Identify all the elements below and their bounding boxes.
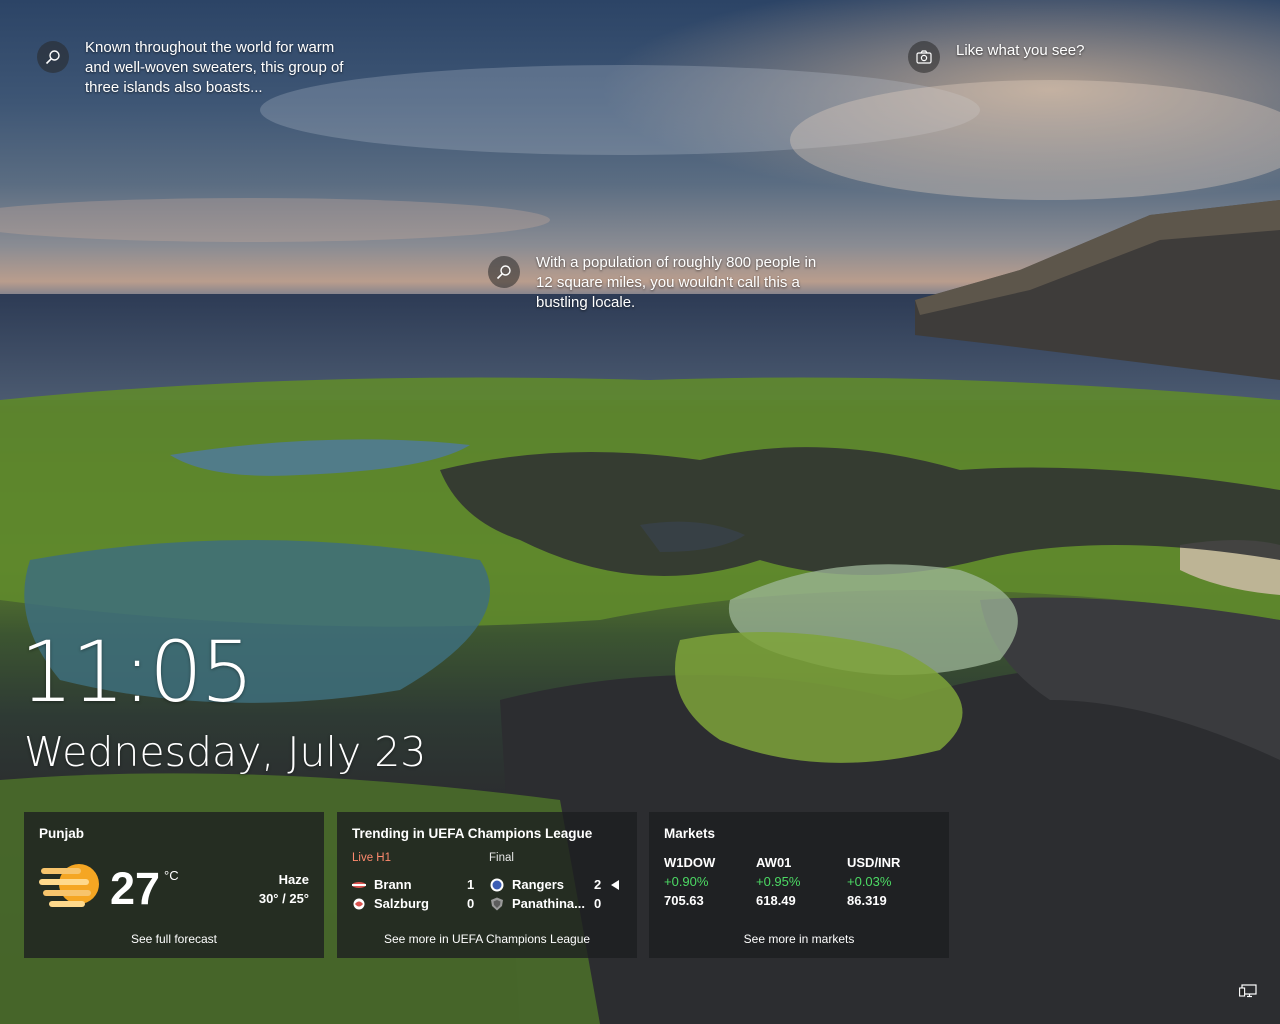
spotlight-fact-text: Known throughout the world for warm and …: [85, 39, 344, 96]
camera-icon: [908, 41, 940, 73]
spotlight-fact-text: With a population of roughly 800 people …: [536, 254, 817, 311]
team-row[interactable]: Panathina...: [490, 896, 585, 911]
market-item[interactable]: W1DOW +0.90% 705.63: [664, 853, 715, 910]
panathinaikos-logo-icon: [491, 897, 503, 910]
weather-summary: Haze 30° / 25°: [259, 870, 309, 908]
market-value: 86.319: [847, 893, 887, 908]
weather-temperature: 27: [110, 863, 161, 914]
market-change: +0.03%: [847, 874, 892, 889]
weather-condition: Haze: [278, 872, 309, 887]
sports-card[interactable]: Trending in UEFA Champions League Live H…: [337, 812, 637, 958]
market-change: +0.95%: [756, 874, 801, 889]
spotlight-hotspot-population[interactable]: With a population of roughly 800 people …: [488, 253, 818, 313]
match-status-final: Final: [489, 852, 514, 864]
markets-title: Markets: [664, 826, 716, 841]
market-symbol: USD/INR: [847, 855, 901, 870]
lock-screen: Known throughout the world for warm and …: [0, 0, 1280, 1024]
market-value: 618.49: [756, 893, 796, 908]
brann-logo-icon: [352, 881, 366, 888]
weather-range: 30° / 25°: [258, 891, 309, 906]
search-icon: [37, 41, 69, 73]
weather-card[interactable]: Punjab 27 °C Haze 30° / 25° See full for…: [24, 812, 324, 958]
network-icon[interactable]: [1239, 984, 1257, 998]
haze-sun-icon: [39, 864, 99, 907]
market-symbol: W1DOW: [664, 855, 716, 870]
like-what-you-see-label: Like what you see?: [956, 42, 1085, 59]
lock-screen-date: Wednesday, July 23: [24, 728, 427, 776]
see-more-uefa-link[interactable]: See more in UEFA Champions League: [337, 932, 637, 946]
team-name: Brann: [374, 877, 412, 892]
market-value: 705.63: [664, 893, 704, 908]
team-row[interactable]: Rangers: [490, 877, 564, 892]
market-item[interactable]: USD/INR +0.03% 86.319: [847, 853, 900, 910]
match-status-live: Live H1: [352, 852, 391, 864]
team-score: 0: [467, 896, 475, 911]
weather-location: Punjab: [39, 826, 85, 841]
team-row[interactable]: Salzburg: [352, 896, 429, 911]
team-score: 1: [467, 877, 475, 892]
weather-unit: °C: [164, 868, 179, 883]
sports-title: Trending in UEFA Champions League: [352, 826, 593, 841]
see-more-markets-link[interactable]: See more in markets: [649, 932, 949, 946]
team-name: Salzburg: [374, 896, 429, 911]
team-score: 2: [594, 877, 602, 892]
market-symbol: AW01: [756, 855, 792, 870]
market-item[interactable]: AW01 +0.95% 618.49: [756, 853, 800, 910]
market-change: +0.90%: [664, 874, 709, 889]
like-what-you-see-button[interactable]: Like what you see?: [908, 38, 1108, 73]
markets-card[interactable]: Markets W1DOW +0.90% 705.63 AW01 +0.95% …: [649, 812, 949, 958]
team-name: Panathina...: [512, 896, 585, 911]
salzburg-logo-icon: [353, 898, 365, 909]
lock-screen-time: 11:05: [20, 623, 254, 721]
see-full-forecast-link[interactable]: See full forecast: [24, 932, 324, 946]
team-row[interactable]: Brann: [352, 877, 412, 892]
rangers-logo-icon: [490, 878, 504, 891]
team-name: Rangers: [512, 877, 565, 892]
team-score: 0: [594, 896, 602, 911]
winner-arrow-icon: [611, 880, 619, 890]
search-icon: [488, 256, 520, 288]
spotlight-hotspot-islands[interactable]: Known throughout the world for warm and …: [37, 38, 357, 98]
